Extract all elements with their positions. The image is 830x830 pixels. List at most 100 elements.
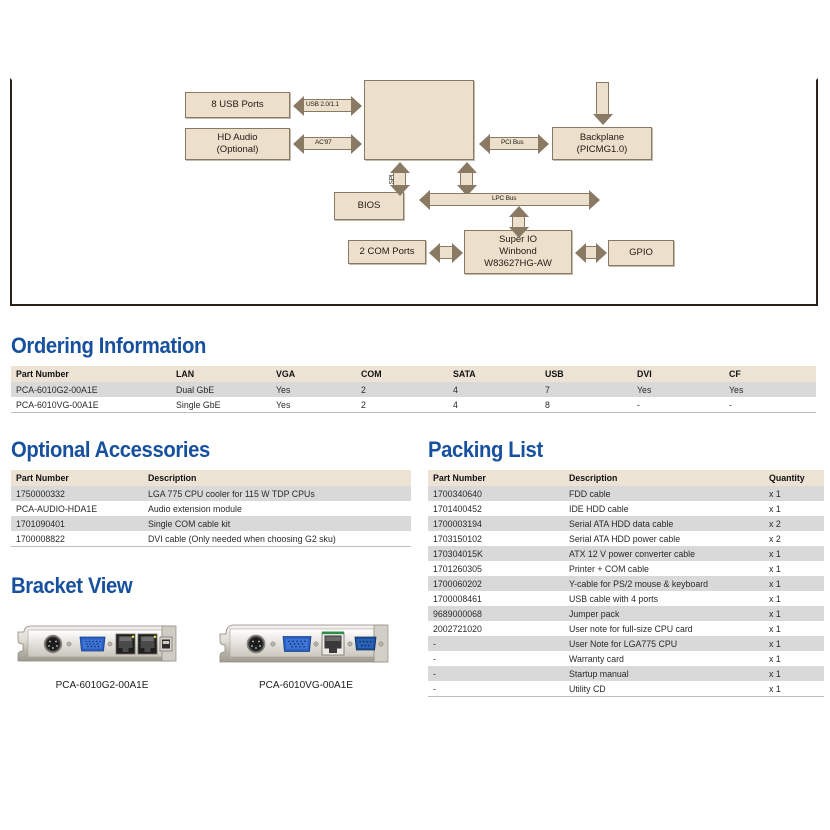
lpc-bus-label: LPC Bus bbox=[492, 195, 517, 202]
packing-list-table: Part Number Description Quantity 1700340… bbox=[428, 470, 824, 697]
backplane-block: Backplane (PICMG1.0) bbox=[552, 127, 652, 160]
cell-quantity: x 1 bbox=[764, 666, 824, 681]
com-ports-label: 2 COM Ports bbox=[359, 246, 415, 258]
cell-quantity: x 1 bbox=[764, 606, 824, 621]
bracket-vg-illustration bbox=[219, 624, 389, 663]
usb-bus-label: USB 2.0/1.1 bbox=[306, 101, 339, 108]
table-row: - Utility CD x 1 bbox=[428, 681, 824, 697]
cell-cf: - bbox=[724, 397, 816, 413]
cell-description: Printer + COM cable bbox=[564, 561, 764, 576]
cell-part-number: 2002721020 bbox=[428, 621, 564, 636]
datasheet-page: 8 USB Ports HD Audio (Optional) Backplan… bbox=[0, 0, 830, 830]
cell-cf: Yes bbox=[724, 382, 816, 397]
gpio-label: GPIO bbox=[629, 247, 653, 259]
cell-com: 2 bbox=[356, 397, 448, 413]
cell-quantity: x 1 bbox=[764, 561, 824, 576]
cell-part-number: 1701260305 bbox=[428, 561, 564, 576]
table-header-row: Part Number LAN VGA COM SATA USB DVI CF bbox=[11, 366, 816, 382]
table-row: - Startup manual x 1 bbox=[428, 666, 824, 681]
pci-bus-label: PCI Bus bbox=[501, 139, 524, 146]
chipset-block bbox=[364, 80, 474, 160]
column-header: Part Number bbox=[428, 470, 564, 486]
table-row: 1703150102 Serial ATA HDD power cable x 2 bbox=[428, 531, 824, 546]
column-header: SATA bbox=[448, 366, 540, 382]
gpio-block: GPIO bbox=[608, 240, 674, 266]
table-header-row: Part Number Description Quantity bbox=[428, 470, 824, 486]
cell-part-number: - bbox=[428, 681, 564, 697]
cell-lan: Single GbE bbox=[171, 397, 271, 413]
cell-description: IDE HDD cable bbox=[564, 501, 764, 516]
cell-part-number: - bbox=[428, 666, 564, 681]
column-header: Description bbox=[564, 470, 764, 486]
column-header: CF bbox=[724, 366, 816, 382]
cell-com: 2 bbox=[356, 382, 448, 397]
cell-dvi: - bbox=[632, 397, 724, 413]
cell-description: User Note for LGA775 CPU bbox=[564, 636, 764, 651]
cell-description: DVI cable (Only needed when choosing G2 … bbox=[143, 531, 411, 547]
usb-ports-label: 8 USB Ports bbox=[211, 99, 264, 111]
bracket-g2 bbox=[12, 620, 192, 666]
bracket-g2-label: PCA-6010G2-00A1E bbox=[55, 680, 149, 691]
cell-description: Serial ATA HDD power cable bbox=[564, 531, 764, 546]
cell-part-number: 1701090401 bbox=[11, 516, 143, 531]
cell-description: User note for full-size CPU card bbox=[564, 621, 764, 636]
cell-part-number: PCA-6010VG-00A1E bbox=[11, 397, 171, 413]
table-row: 170304015K ATX 12 V power converter cable… bbox=[428, 546, 824, 561]
cell-part-number: - bbox=[428, 636, 564, 651]
cell-part-number: 1700003194 bbox=[428, 516, 564, 531]
table-row: - Warranty card x 1 bbox=[428, 651, 824, 666]
cell-part-number: PCA-AUDIO-HDA1E bbox=[11, 501, 143, 516]
cell-part-number: 1700008822 bbox=[11, 531, 143, 547]
table-row: 1701090401 Single COM cable kit bbox=[11, 516, 411, 531]
cell-description: Y-cable for PS/2 mouse & keyboard bbox=[564, 576, 764, 591]
cell-description: Audio extension module bbox=[143, 501, 411, 516]
cell-part-number: 1700008461 bbox=[428, 591, 564, 606]
super-io-label: Super IO Winbond W83627HG-AW bbox=[484, 234, 552, 269]
cell-part-number: 170304015K bbox=[428, 546, 564, 561]
cell-vga: Yes bbox=[271, 397, 356, 413]
cell-description: ATX 12 V power converter cable bbox=[564, 546, 764, 561]
com-superio-arrow bbox=[439, 246, 453, 259]
superio-gpio-arrow bbox=[585, 246, 597, 259]
column-header: VGA bbox=[271, 366, 356, 382]
cell-lan: Dual GbE bbox=[171, 382, 271, 397]
cell-sata: 4 bbox=[448, 382, 540, 397]
audio-bus-label: AC'97 bbox=[315, 139, 332, 146]
cell-part-number: 1700060202 bbox=[428, 576, 564, 591]
column-header: LAN bbox=[171, 366, 271, 382]
cell-part-number: 1703150102 bbox=[428, 531, 564, 546]
cell-part-number: 1750000332 bbox=[11, 486, 143, 501]
hd-audio-label: HD Audio (Optional) bbox=[216, 132, 259, 155]
column-header: Description bbox=[143, 470, 411, 486]
optional-accessories-heading: Optional Accessories bbox=[11, 437, 210, 462]
column-header: Part Number bbox=[11, 366, 171, 382]
packing-list-body: 1700340640 FDD cable x 1 1701400452 IDE HDD … bbox=[428, 486, 824, 697]
cell-description: Utility CD bbox=[564, 681, 764, 697]
cell-quantity: x 1 bbox=[764, 591, 824, 606]
table-row: 1700008822 DVI cable (Only needed when c… bbox=[11, 531, 411, 547]
packing-list-heading: Packing List bbox=[428, 437, 543, 462]
cell-description: Startup manual bbox=[564, 666, 764, 681]
column-header: DVI bbox=[632, 366, 724, 382]
cell-quantity: x 1 bbox=[764, 501, 824, 516]
cell-part-number: - bbox=[428, 651, 564, 666]
column-header: Part Number bbox=[11, 470, 143, 486]
cell-quantity: x 1 bbox=[764, 621, 824, 636]
cell-quantity: x 2 bbox=[764, 531, 824, 546]
cell-usb: 8 bbox=[540, 397, 632, 413]
table-row: 9689000068 Jumper pack x 1 bbox=[428, 606, 824, 621]
table-row: 1750000332 LGA 775 CPU cooler for 115 W … bbox=[11, 486, 411, 501]
cell-sata: 4 bbox=[448, 397, 540, 413]
com-ports-block: 2 COM Ports bbox=[348, 240, 426, 264]
table-row: - User Note for LGA775 CPU x 1 bbox=[428, 636, 824, 651]
backplane-label: Backplane (PICMG1.0) bbox=[576, 131, 628, 155]
bios-block: BIOS bbox=[334, 192, 404, 220]
optional-accessories-table: Part Number Description 1750000332 LGA 7… bbox=[11, 470, 411, 547]
cell-dvi: Yes bbox=[632, 382, 724, 397]
table-row: 1700060202 Y-cable for PS/2 mouse & keybo… bbox=[428, 576, 824, 591]
table-row: PCA-6010G2-00A1E Dual GbE Yes 2 4 7 Yes … bbox=[11, 382, 816, 397]
chipset-lpc-arrow bbox=[460, 172, 473, 186]
bracket-g2-illustration bbox=[17, 625, 177, 662]
spi-bus-label: SPI bbox=[388, 174, 396, 185]
bios-label: BIOS bbox=[357, 200, 381, 212]
